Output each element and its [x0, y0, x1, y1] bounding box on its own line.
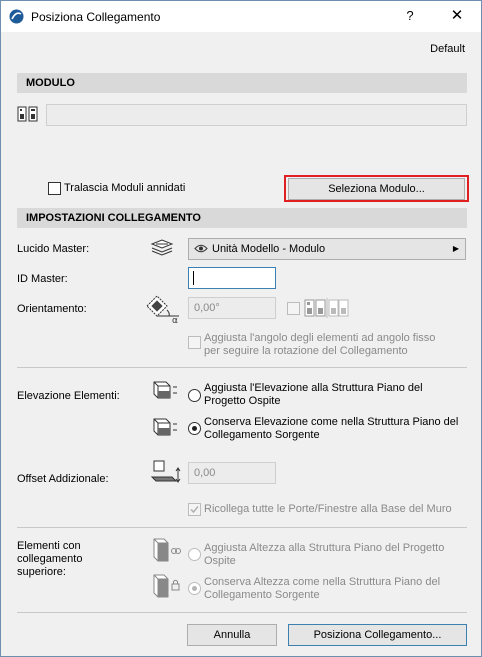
height-keep-label-line1: Conserva Altezza come nella Struttura Pi…: [204, 576, 441, 588]
skip-nested-modules-label: Tralascia Moduli annidati: [64, 182, 186, 194]
separator: [17, 367, 467, 368]
select-module-button[interactable]: Seleziona Modulo...: [288, 178, 465, 200]
elevation-keep-icon: [150, 415, 178, 439]
adjust-angle-label-line2: per seguire la rotazione del Collegament…: [204, 345, 408, 357]
close-button[interactable]: ✕: [442, 6, 472, 26]
module-path-field: [46, 104, 467, 126]
layer-stack-icon: [149, 239, 175, 257]
master-id-input[interactable]: [188, 267, 276, 289]
master-layer-value: Unità Modello - Modulo: [212, 243, 326, 255]
mirror-checkbox: [287, 302, 300, 315]
elevation-keep-label-line2: Collegamento Sorgente: [204, 429, 320, 441]
elevation-adjust-icon: [150, 378, 178, 402]
archicad-app-icon: [9, 9, 24, 24]
top-linked-label-line3: superiore:: [17, 566, 66, 578]
module-file-icon: [17, 105, 39, 123]
master-layer-dropdown[interactable]: Unità Modello - Modulo ▶: [188, 238, 466, 260]
elevation-adjust-radio[interactable]: [188, 389, 201, 402]
elevation-adjust-label-line2: Progetto Ospite: [204, 395, 281, 407]
cancel-button[interactable]: Annulla: [187, 624, 277, 646]
module-section-header: MODULO: [17, 73, 467, 93]
elevation-label: Elevazione Elementi:: [17, 390, 120, 402]
height-adjust-label-line1: Aggiusta Altezza alla Struttura Piano de…: [204, 542, 445, 554]
offset-field: 0,00: [188, 462, 276, 484]
elevation-keep-label-line1: Conserva Elevazione come nella Struttura…: [204, 416, 459, 428]
master-layer-label: Lucido Master:: [17, 243, 90, 255]
link-settings-section-header: IMPOSTAZIONI COLLEGAMENTO: [17, 208, 467, 228]
elevation-keep-radio[interactable]: [188, 422, 201, 435]
separator: [17, 612, 467, 613]
mirror-module-icon: [303, 297, 349, 319]
height-keep-radio: [188, 582, 201, 595]
dialog-window: Posiziona Collegamento ? ✕ Default MODUL…: [0, 0, 482, 657]
height-keep-label-line2: Collegamento Sorgente: [204, 589, 320, 601]
offset-label: Offset Addizionale:: [17, 473, 109, 485]
top-linked-label-line2: collegamento: [17, 553, 83, 565]
title-bar: Posiziona Collegamento ? ✕: [1, 1, 481, 32]
eye-icon: [194, 243, 208, 254]
help-button[interactable]: ?: [395, 8, 425, 26]
offset-value: 0,00: [194, 467, 216, 479]
adjust-angle-label-line1: Aggiusta l'angolo degli elementi ad ango…: [204, 332, 436, 344]
place-link-button[interactable]: Posiziona Collegamento...: [288, 624, 467, 646]
top-linked-label-line1: Elementi con: [17, 540, 81, 552]
skip-nested-modules-checkbox[interactable]: [48, 182, 61, 195]
height-adjust-radio: [188, 548, 201, 561]
svg-text:α: α: [172, 316, 178, 324]
adjust-angle-checkbox: [188, 336, 201, 349]
elevation-adjust-label-line1: Aggiusta l'Elevazione alla Struttura Pia…: [204, 382, 423, 394]
orientation-label: Orientamento:: [17, 303, 87, 315]
orientation-angle-field: 0,00°: [188, 297, 276, 319]
relink-doors-label: Ricollega tutte le Porte/Finestre alla B…: [204, 503, 452, 515]
text-cursor: [193, 271, 194, 285]
orientation-angle-value: 0,00°: [194, 302, 220, 314]
height-adjust-label-line2: Ospite: [204, 555, 236, 567]
offset-height-icon: [150, 459, 184, 483]
relink-doors-checkbox: [188, 503, 201, 516]
height-adjust-icon: [150, 537, 182, 563]
window-title: Posiziona Collegamento: [31, 10, 161, 24]
orientation-angle-icon: α: [143, 292, 183, 324]
master-id-label: ID Master:: [17, 273, 68, 285]
dropdown-arrow-icon: ▶: [452, 244, 459, 253]
height-keep-icon: [150, 573, 182, 599]
preset-label: Default: [430, 43, 465, 55]
separator: [17, 527, 467, 528]
